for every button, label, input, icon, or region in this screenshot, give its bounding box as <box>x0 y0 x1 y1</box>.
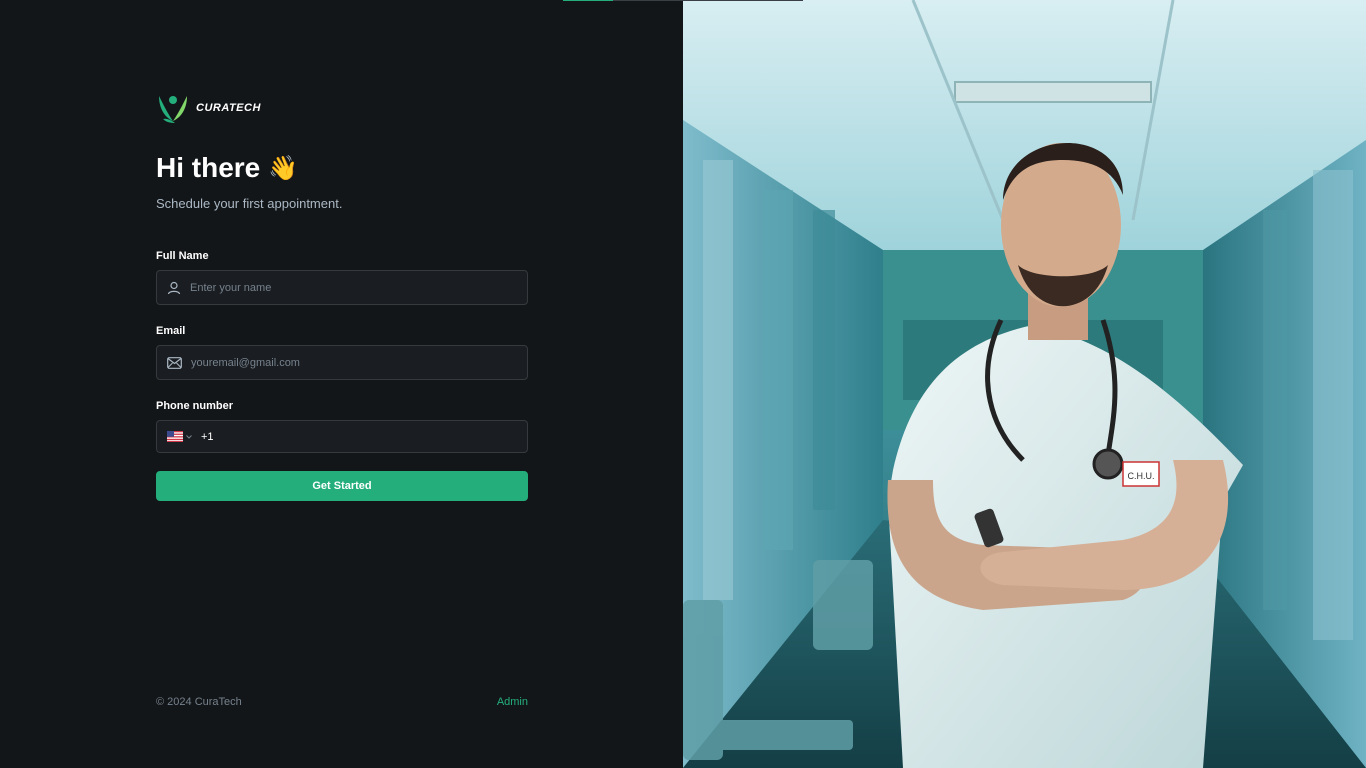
leaf-person-logo-icon <box>159 96 187 123</box>
phone-input[interactable] <box>222 430 517 443</box>
form-content: CURATECH Hi there 👋 Schedule your first … <box>156 92 528 501</box>
onboarding-page: CURATECH Hi there 👋 Schedule your first … <box>0 0 1366 768</box>
get-started-button[interactable]: Get Started <box>156 471 528 501</box>
page-progress-bar <box>563 0 803 1</box>
user-icon <box>167 281 181 294</box>
email-input-wrapper <box>156 345 528 380</box>
phone-label: Phone number <box>156 400 234 412</box>
doctor-hospital-photo: C.H.U. <box>683 0 1366 768</box>
form-panel: CURATECH Hi there 👋 Schedule your first … <box>0 0 683 768</box>
phone-field: Phone number +1 <box>156 400 528 453</box>
brand-logo: CURATECH <box>156 92 528 124</box>
svg-text:C.H.U.: C.H.U. <box>1128 471 1155 481</box>
email-field: Email <box>156 325 528 380</box>
email-input[interactable] <box>191 356 517 369</box>
page-title: Hi there 👋 <box>156 150 528 186</box>
country-select[interactable] <box>167 431 192 442</box>
full-name-input-wrapper <box>156 270 528 305</box>
page-subtitle: Schedule your first appointment. <box>156 196 343 211</box>
copyright-text: © 2024 CuraTech <box>156 696 242 708</box>
email-label: Email <box>156 325 186 337</box>
page-title-text: Hi there <box>156 152 261 183</box>
chevron-down-icon <box>186 434 192 439</box>
waving-hand-icon: 👋 <box>268 154 299 182</box>
us-flag-icon <box>167 431 183 442</box>
full-name-field: Full Name <box>156 250 528 305</box>
full-name-input[interactable] <box>190 281 517 294</box>
mail-icon <box>167 356 182 369</box>
hero-image-panel: C.H.U. <box>683 0 1366 768</box>
footer: © 2024 CuraTech Admin <box>156 696 528 708</box>
admin-link[interactable]: Admin <box>497 696 528 708</box>
page-progress-fill <box>563 0 614 1</box>
brand-name: CURATECH <box>196 102 261 114</box>
phone-input-wrapper: +1 <box>156 420 528 453</box>
phone-country-code: +1 <box>201 430 214 443</box>
full-name-label: Full Name <box>156 250 209 262</box>
